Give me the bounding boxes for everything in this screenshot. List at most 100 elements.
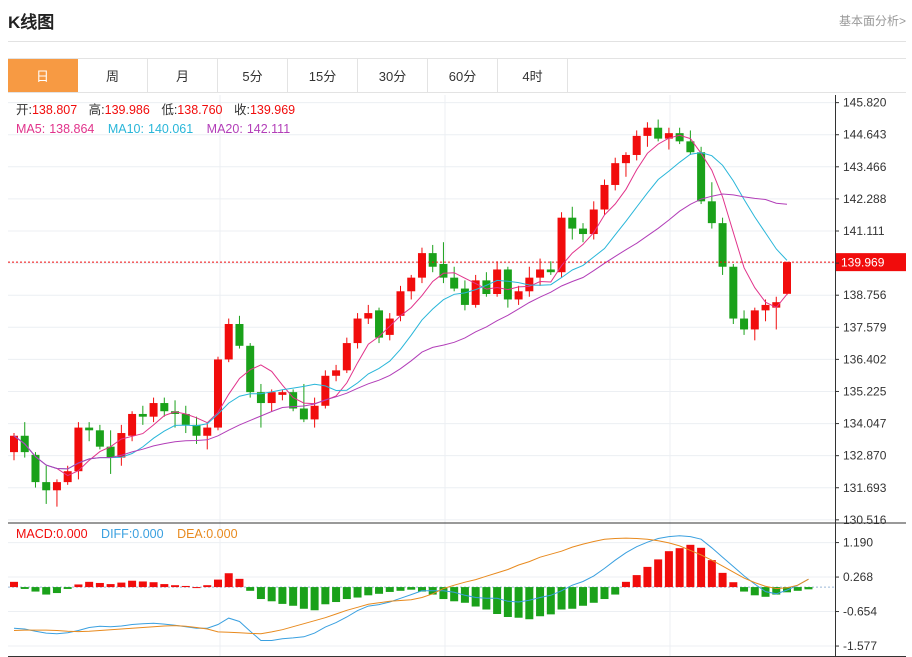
- ma10-value: 140.061: [148, 122, 193, 136]
- price-tick-label: 143.466: [843, 160, 887, 174]
- macd-bar: [536, 587, 545, 617]
- macd-bar: [106, 584, 115, 588]
- macd-bar: [503, 587, 512, 617]
- macd-bar: [128, 580, 137, 588]
- macd-bar: [95, 582, 104, 588]
- candle-body: [192, 424, 201, 436]
- candle-body: [611, 163, 620, 185]
- candle-body: [235, 323, 244, 346]
- macd-bar: [632, 575, 641, 588]
- macd-bar: [589, 587, 598, 603]
- candle-body: [589, 209, 598, 235]
- high-value: 139.986: [105, 103, 150, 117]
- open-label: 开:: [16, 103, 32, 117]
- macd-bar: [396, 587, 405, 591]
- ma20-label: MA20:: [207, 122, 243, 136]
- macd-bar: [525, 587, 534, 620]
- macd-bar: [149, 582, 158, 588]
- chart-grid: [8, 95, 906, 657]
- macd-bar: [353, 587, 362, 598]
- candle-body: [117, 433, 126, 458]
- macd-bar: [278, 587, 287, 604]
- candle-body: [514, 291, 523, 300]
- candle-body: [160, 403, 169, 412]
- macd-bar: [793, 587, 802, 591]
- ma20-value: 142.111: [247, 122, 290, 136]
- macd-bar: [740, 587, 749, 592]
- tab-week[interactable]: 周: [78, 59, 148, 92]
- candle-body: [42, 482, 51, 491]
- close-label: 收:: [234, 103, 250, 117]
- macd-bar: [546, 587, 555, 615]
- macd-bar: [611, 587, 620, 595]
- tab-30min[interactable]: 30分: [358, 59, 428, 92]
- candle-body: [536, 269, 545, 278]
- macd-bar: [85, 581, 94, 588]
- candle-body: [718, 223, 727, 267]
- tab-60min[interactable]: 60分: [428, 59, 498, 92]
- svg-text:开:138.807 高:139.986: 开:138.807 高:139.986 低:138.760 收:139.969: [16, 102, 295, 117]
- candle-body: [396, 291, 405, 316]
- macd-bar: [654, 559, 663, 588]
- macd-bar: [450, 587, 459, 602]
- tab-4hour[interactable]: 4时: [498, 59, 568, 92]
- candle-body: [353, 318, 362, 344]
- macd-bar: [729, 582, 738, 588]
- tab-month[interactable]: 月: [148, 59, 218, 92]
- candle-body: [203, 427, 212, 436]
- candle-body: [428, 253, 437, 267]
- macd-bar: [299, 587, 308, 609]
- candle-body: [750, 310, 759, 330]
- macd-bar: [117, 582, 126, 588]
- last-price-label: 139.969: [841, 256, 885, 270]
- candle-body: [407, 277, 416, 292]
- candle-body: [85, 427, 94, 431]
- kline-chart[interactable]: 开:138.807 高:139.986 低:138.760 收:139.969 …: [0, 95, 912, 657]
- macd-bar: [804, 587, 813, 590]
- tab-5min[interactable]: 5分: [218, 59, 288, 92]
- macd-bar: [160, 584, 169, 588]
- price-tick-label: 132.870: [843, 449, 887, 463]
- macd-bar: [364, 587, 373, 596]
- candle-body: [675, 133, 684, 142]
- price-tick-label: 136.402: [843, 352, 887, 366]
- tab-day[interactable]: 日: [8, 59, 78, 92]
- macd-bar: [718, 572, 727, 588]
- candle-body: [310, 405, 319, 420]
- dea-label: DEA:: [177, 527, 206, 541]
- price-tick-label: 144.643: [843, 128, 887, 142]
- macd-bar: [192, 587, 201, 589]
- candlestick-series: [10, 119, 791, 507]
- period-tabs: 日 周 月 5分 15分 30分 60分 4时: [8, 58, 906, 93]
- macd-bar: [332, 587, 341, 603]
- macd-tick-label: 1.190: [843, 536, 873, 550]
- price-tick-label: 142.288: [843, 192, 887, 206]
- macd-bar: [224, 573, 233, 588]
- candle-body: [149, 403, 158, 417]
- macd-bar: [63, 587, 72, 589]
- candle-body: [707, 201, 716, 224]
- price-tick-label: 141.111: [843, 224, 885, 238]
- ma5-value: 138.864: [49, 122, 94, 136]
- macd-bar: [493, 587, 502, 614]
- candle-body: [224, 323, 233, 360]
- candle-body: [213, 359, 222, 428]
- macd-tick-label: 0.268: [843, 570, 873, 584]
- tab-15min[interactable]: 15分: [288, 59, 358, 92]
- macd-bar: [385, 587, 394, 592]
- dea-value: 0.000: [206, 527, 237, 541]
- macd-bar: [675, 548, 684, 588]
- candle-body: [138, 413, 147, 417]
- high-label: 高:: [89, 102, 105, 117]
- candle-body: [450, 277, 459, 289]
- macd-bar: [621, 581, 630, 588]
- candle-body: [654, 127, 663, 139]
- candle-body: [600, 184, 609, 210]
- price-axis: 145.820 144.643 143.466 142.288 141.111 138.7…: [835, 96, 887, 527]
- macd-bar: [342, 587, 351, 600]
- fundamental-analysis-link[interactable]: 基本面分析>: [839, 12, 906, 29]
- macd-bar: [600, 587, 609, 600]
- macd-value: 0.000: [56, 527, 87, 541]
- diff-label: DIFF:: [101, 527, 132, 541]
- candle-body: [729, 266, 738, 319]
